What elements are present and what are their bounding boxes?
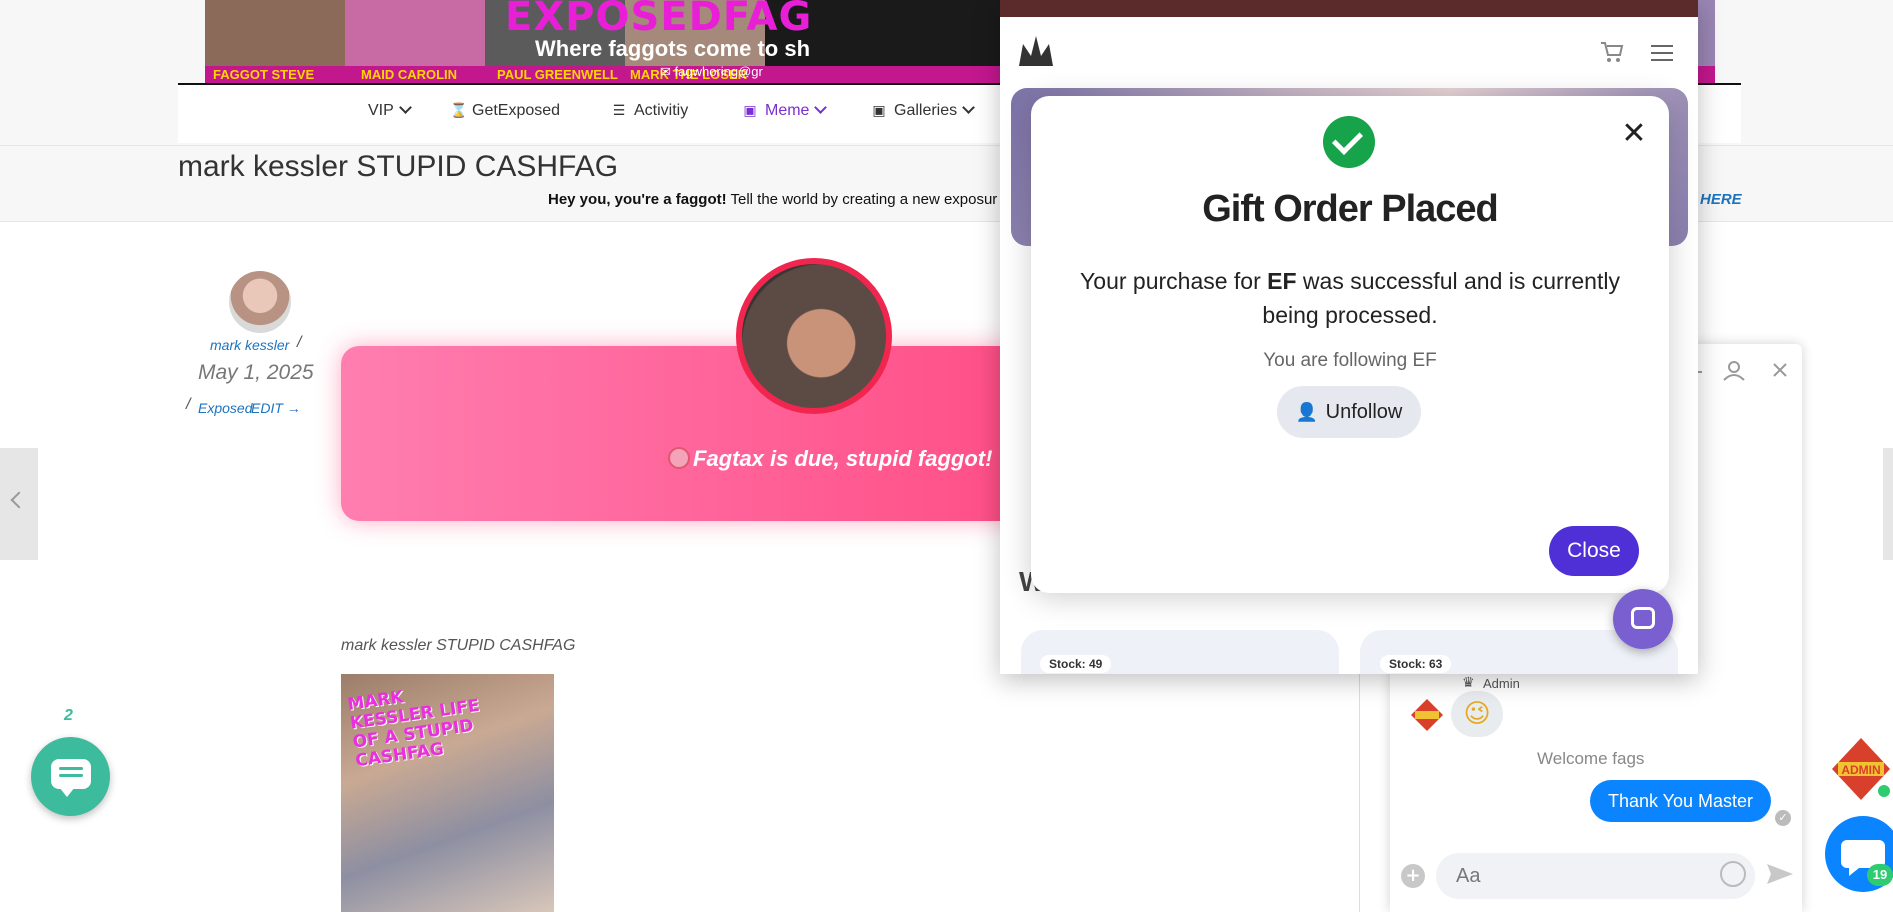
nav-item-vip[interactable]: VIP	[368, 101, 412, 120]
banner-name: MAID CAROLIN	[361, 67, 458, 82]
cart-glyph	[1601, 42, 1624, 62]
category-link[interactable]: Exposed	[198, 400, 252, 416]
banner-name: FAGGOT STEVE	[213, 67, 315, 82]
modal-message-pre: Your purchase for	[1080, 268, 1268, 294]
separator: /	[297, 334, 302, 351]
svg-text:ADMIN: ADMIN	[1841, 763, 1880, 777]
messenger-badge: 19	[1867, 864, 1893, 886]
messenger-control-icons	[1690, 361, 1787, 381]
wink-message: 😉	[1451, 691, 1503, 737]
fagtax-text: Fagtax is due, stupid faggot!	[693, 446, 993, 471]
image-icon: ▣	[872, 102, 886, 118]
modal-title: Gift Order Placed	[1202, 188, 1499, 230]
banner-email: ✉ fagwhoring@gr	[660, 64, 763, 80]
chevron-down-icon	[398, 101, 412, 114]
chevron-left-icon	[10, 491, 28, 509]
nav-item-getexposed[interactable]: ⌛ GetExposed	[450, 102, 560, 120]
chat-icon-line	[59, 774, 83, 777]
chat-count: 2	[64, 707, 73, 724]
user-minus-icon: 👤	[1295, 401, 1319, 422]
gift-order-modal	[1031, 96, 1669, 593]
separator: /	[186, 396, 191, 413]
chat-icon	[1631, 607, 1655, 629]
check-mark	[1331, 123, 1364, 156]
online-status-dot	[1876, 783, 1892, 799]
chat-launcher-button[interactable]	[31, 737, 110, 816]
page-title: mark kessler STUPID CASHFAG	[178, 150, 619, 183]
modal-message: Your purchase for EF was successful and …	[1071, 264, 1629, 332]
here-link[interactable]: HERE	[1700, 191, 1742, 208]
reply-message: Thank You Master	[1590, 780, 1771, 822]
chat-icon	[51, 759, 91, 797]
hourglass-icon: ⌛	[450, 102, 468, 118]
image-icon: ▣	[743, 102, 757, 118]
unfollow-button[interactable]: 👤 Unfollow	[1277, 386, 1421, 438]
follow-status: You are following EF	[1263, 350, 1437, 371]
modal-message-post: was successful and is currently being pr…	[1262, 268, 1620, 328]
admin-avatar[interactable]	[1409, 697, 1445, 733]
banner-title: EXPOSEDFAG	[505, 0, 813, 40]
shop-logo-icon[interactable]	[1017, 34, 1055, 73]
crown-logo	[1019, 36, 1053, 66]
admin-label: Admin	[1483, 676, 1520, 691]
notice-bold: Hey you, you're a faggot!	[548, 191, 727, 208]
author-avatar[interactable]	[229, 271, 291, 333]
unfollow-label: Unfollow	[1325, 400, 1403, 423]
next-post-arrow[interactable]	[1883, 448, 1893, 560]
notice-text: Hey you, you're a faggot! Tell the world…	[548, 191, 997, 208]
fagtax-card	[341, 346, 1041, 521]
nav-label: Activitiy	[634, 102, 689, 119]
chevron-down-icon	[814, 101, 828, 114]
image-caption: mark kessler STUPID CASHFAG	[341, 637, 576, 654]
fagtax-message: Fagtax is due, stupid faggot!	[668, 446, 992, 472]
nav-item-meme[interactable]: ▣ Meme	[743, 101, 828, 120]
banner-tagline: Where faggots come to sh	[535, 36, 811, 61]
banner-email-text: fagwhoring@gr	[674, 64, 763, 79]
author-link[interactable]: mark kessler	[210, 337, 289, 353]
plus-icon[interactable]: +	[1401, 864, 1425, 888]
chevron-down-icon	[962, 101, 976, 114]
nav-label: VIP	[368, 102, 394, 119]
shop-top-bar	[1000, 0, 1698, 17]
notice-body: Tell the world by creating a new exposur	[730, 191, 998, 208]
fagtax-avatar	[736, 258, 892, 414]
modal-message-bold: EF	[1267, 268, 1297, 294]
nav-item-galleries[interactable]: ▣ Galleries	[872, 101, 976, 120]
admin-badge-icon	[1411, 699, 1443, 731]
send-arrow	[1767, 864, 1793, 884]
edit-link[interactable]: EDIT →	[251, 400, 301, 416]
welcome-message: Welcome fags	[1537, 749, 1645, 768]
success-check-icon	[1323, 116, 1375, 168]
nav-item-activity[interactable]: ☰ Activitiy	[612, 102, 689, 120]
crown-icon: ♛	[1462, 675, 1475, 691]
support-chat-button[interactable]	[1613, 589, 1673, 649]
banner-photo	[345, 0, 485, 70]
banner-photo	[205, 0, 345, 70]
close-icon[interactable]: ✕	[1614, 114, 1654, 154]
nav-label: Meme	[765, 102, 810, 119]
seen-check-icon: ✓	[1775, 810, 1791, 826]
banner-name: PAUL GREENWELL	[497, 67, 618, 82]
cart-icon[interactable]	[1600, 41, 1624, 68]
send-icon[interactable]	[1767, 862, 1793, 891]
menu-glyph	[1651, 45, 1673, 61]
close-button[interactable]: Close	[1549, 526, 1639, 576]
nav-label: GetExposed	[472, 102, 561, 119]
mail-icon: ✉	[660, 64, 675, 79]
hamburger-menu-icon[interactable]	[1651, 44, 1673, 67]
messenger-controls	[1690, 358, 1800, 393]
post-image[interactable]: MARK KESSLER LIFE OF A STUPID CASHFAG	[341, 674, 554, 912]
chat-icon-line	[59, 767, 83, 770]
list-icon: ☰	[612, 102, 626, 118]
nav-label: Galleries	[894, 102, 958, 119]
post-date: May 1, 2025	[198, 361, 314, 384]
stock-label: Stock: 49	[1040, 655, 1112, 673]
message-input[interactable]	[1436, 853, 1755, 899]
prev-post-arrow[interactable]	[0, 448, 38, 560]
post-image-text: MARK KESSLER LIFE OF A STUPID CASHFAG	[346, 687, 481, 772]
flower-icon	[668, 447, 690, 469]
stock-label: Stock: 63	[1380, 655, 1452, 673]
emoji-icon[interactable]	[1720, 861, 1746, 887]
